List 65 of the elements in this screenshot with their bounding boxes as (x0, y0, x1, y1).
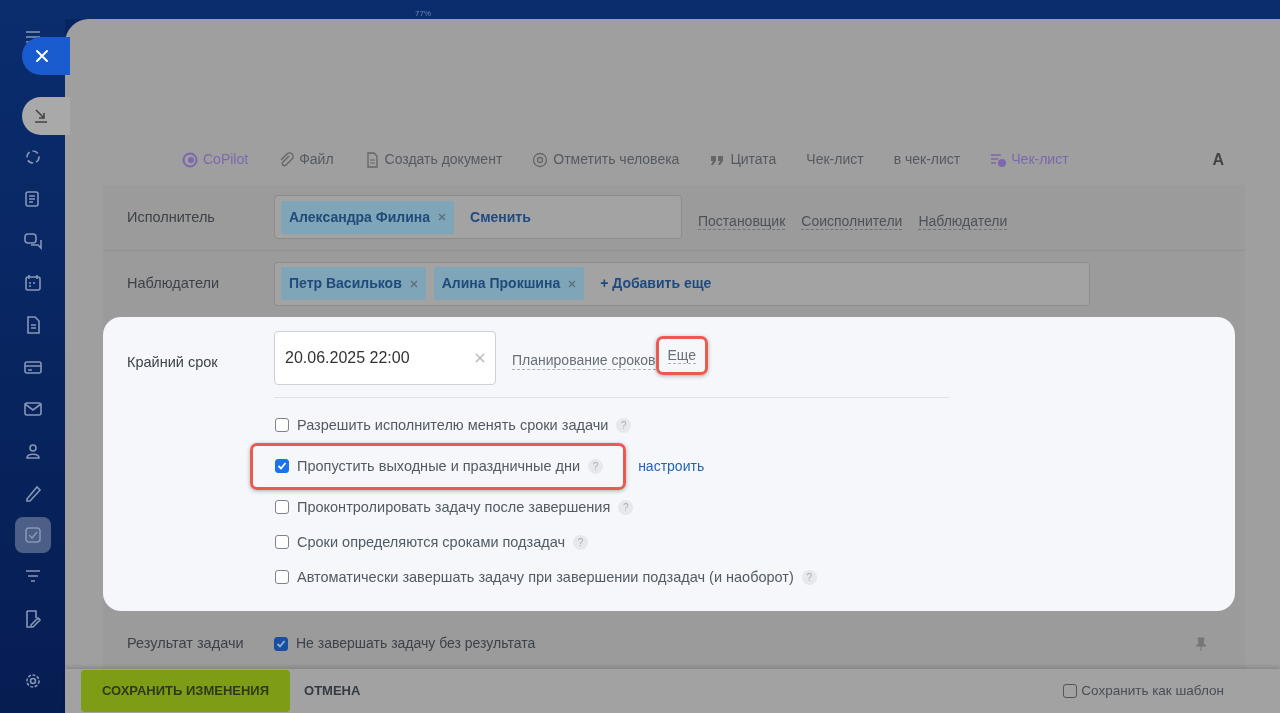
field-label: Исполнитель (127, 207, 216, 227)
people-field[interactable]: Александра Филина Сменить (274, 195, 682, 240)
checkbox[interactable] (275, 570, 289, 585)
toolbar-button[interactable]: в чек-лист (893, 149, 961, 171)
role-link[interactable]: Наблюдатели (918, 212, 1008, 231)
toolbar-button[interactable]: Чек-лист (806, 149, 864, 171)
checkbox[interactable] (274, 636, 288, 651)
text-format-button[interactable]: A (1212, 147, 1224, 172)
zoom-level: 77% (415, 8, 431, 20)
help-icon[interactable]: ? (616, 417, 632, 433)
task-check-icon (22, 525, 43, 545)
checkbox[interactable] (275, 459, 289, 474)
field-action-link[interactable]: + Добавить еще (600, 273, 712, 295)
deadline-link[interactable]: Планирование сроков (512, 352, 656, 370)
pin-icon (1195, 636, 1207, 651)
remove-icon (438, 213, 447, 222)
remove-icon (409, 279, 418, 288)
calendar-icon (22, 273, 43, 293)
help-icon[interactable]: ? (618, 499, 634, 515)
role-link[interactable]: Соисполнители (801, 212, 903, 231)
chat-icon (22, 231, 43, 251)
option-label: Пропустить выходные и праздничные дни (297, 456, 581, 476)
field-label: Наблюдатели (127, 274, 221, 294)
check-icon (277, 461, 287, 472)
option-label: Сроки определяются сроками подзадач (297, 532, 566, 552)
remove-icon (568, 279, 577, 288)
toolbar-button[interactable]: Цитата (709, 149, 777, 171)
checklist-add-icon (990, 151, 1007, 168)
checkbox[interactable] (275, 500, 289, 515)
paperclip-icon (278, 151, 295, 168)
save-button[interactable]: СОХРАНИТЬ ИЗМЕНЕНИЯ (81, 669, 291, 712)
option-label: Разрешить исполнителю менять сроки задачи (297, 415, 609, 435)
date-field[interactable]: 20.06.2025 22:00 (274, 330, 496, 385)
person-tag[interactable]: Алина Прокшина (433, 267, 585, 301)
close-icon (35, 49, 49, 63)
person-tag[interactable]: Александра Филина (281, 200, 455, 234)
help-icon[interactable]: ? (801, 569, 817, 585)
sidebar-item[interactable] (14, 517, 51, 553)
collapse-button[interactable] (22, 97, 70, 135)
close-button[interactable] (22, 37, 70, 75)
arrow-down-right-icon (34, 109, 48, 123)
help-icon[interactable]: ? (573, 534, 589, 550)
role-link[interactable]: Постановщик (698, 212, 786, 231)
checkbox[interactable] (275, 535, 289, 550)
date-value: 20.06.2025 22:00 (285, 347, 410, 368)
deadline-link[interactable]: Еще (667, 347, 696, 365)
settings-link[interactable]: настроить (638, 455, 705, 477)
field-action-link[interactable]: Сменить (470, 206, 531, 228)
cancel-button[interactable]: ОТМЕНА (294, 669, 371, 712)
clear-icon (475, 352, 485, 363)
toolbar-button[interactable]: Файл (278, 149, 334, 171)
option-label: Проконтролировать задачу после завершения (297, 497, 611, 517)
people-field[interactable]: Петр Васильков Алина Прокшина + Добавить еще (274, 261, 1090, 306)
check-icon (276, 638, 286, 649)
mail-icon (22, 399, 43, 419)
toolbar-button[interactable]: Отметить человека (532, 149, 680, 171)
option-label: Автоматически завершать задачу при завершении подзадач (и наоборот) (297, 567, 794, 587)
toolbar-button[interactable]: Создать документ (363, 149, 503, 171)
help-icon[interactable]: ? (588, 458, 604, 474)
field-label: Результат задачи (127, 634, 245, 654)
person-tag[interactable]: Петр Васильков (281, 267, 426, 301)
field-label: Крайний срок (127, 353, 219, 373)
template-checkbox[interactable]: Сохранить как шаблон (1063, 680, 1224, 702)
checkbox[interactable] (275, 418, 289, 433)
option-label: Не завершать задачу без результата (296, 634, 536, 654)
